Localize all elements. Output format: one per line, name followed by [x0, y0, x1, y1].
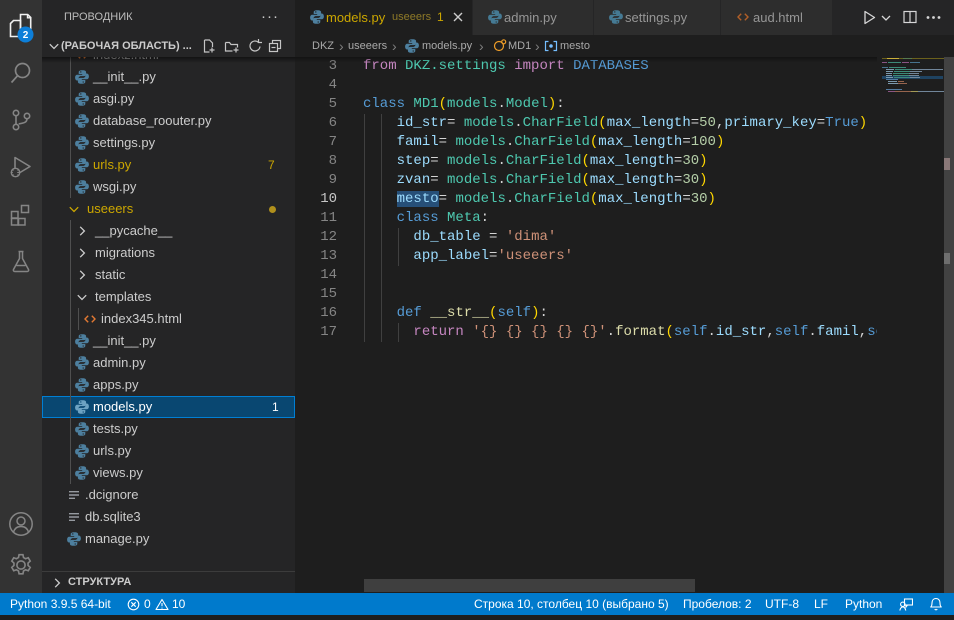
- svg-text:2: 2: [23, 30, 29, 41]
